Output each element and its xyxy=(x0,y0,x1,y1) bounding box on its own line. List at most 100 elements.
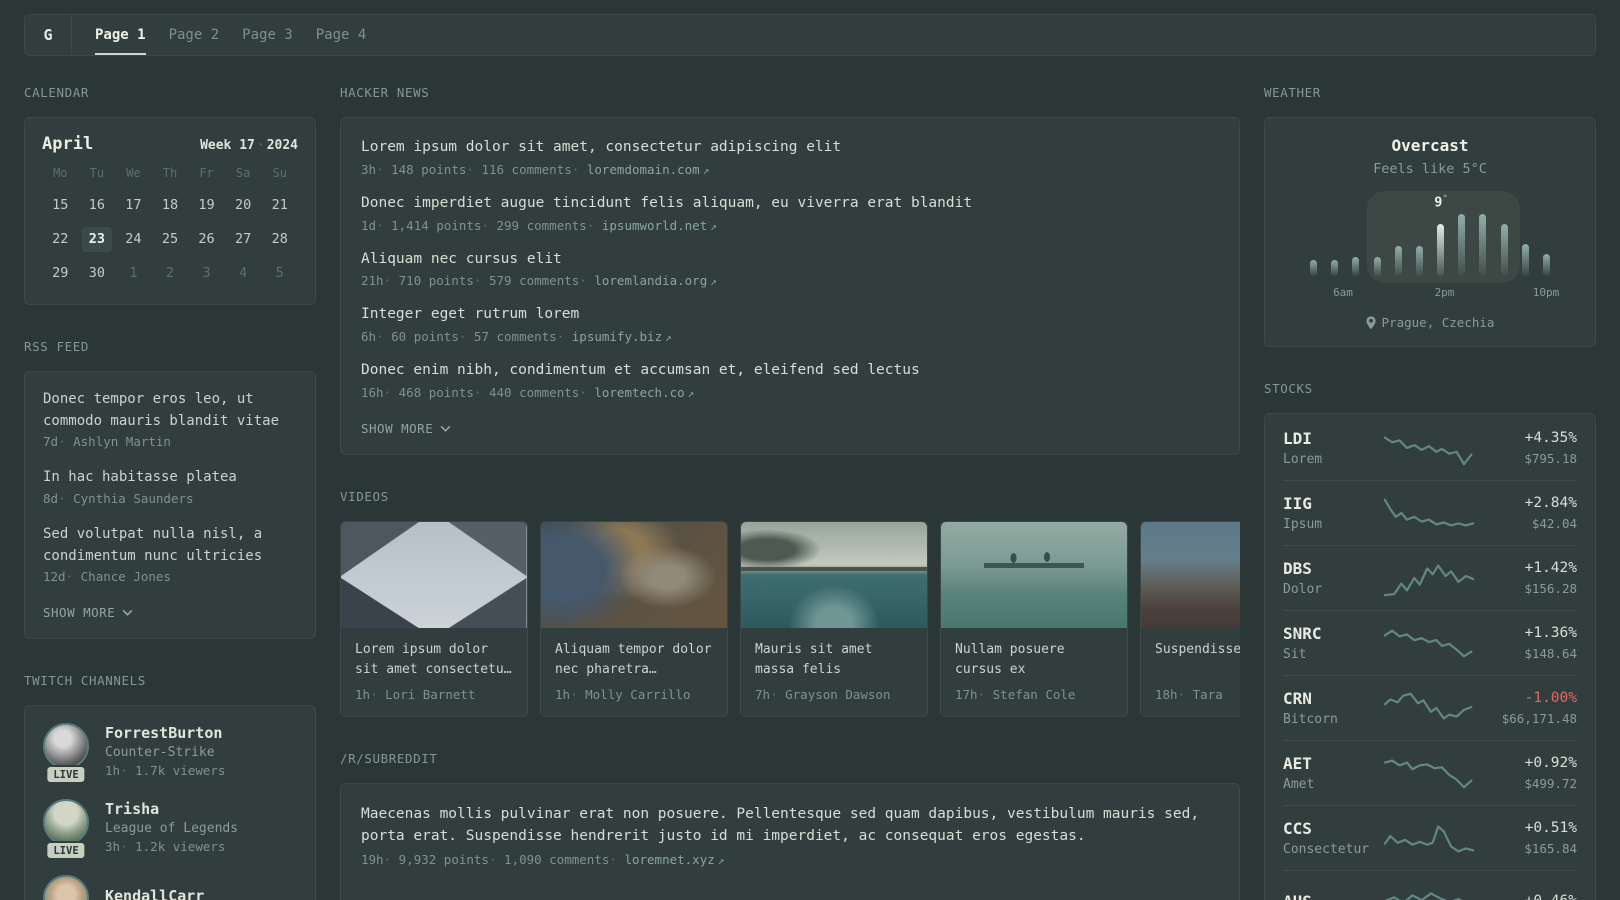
calendar-day-cell: 28 xyxy=(271,231,288,247)
calendar-day-cell: 17 xyxy=(125,197,142,213)
channel-name[interactable]: KendallCarr xyxy=(105,887,204,900)
video-title[interactable]: Suspendisse diam xyxy=(1155,640,1240,680)
rss-item-title[interactable]: Sed volutpat nulla nisl, a condimentum n… xyxy=(43,524,297,567)
dashboard: G Page 1 Page 2 Page 3 Page 4 CALENDAR A… xyxy=(0,0,1620,900)
stock-row[interactable]: CRN Bitcorn -1.00% $66,171.48 xyxy=(1283,675,1577,740)
post-domain-link[interactable]: loremnet.xyz↗ xyxy=(609,852,724,867)
story-title[interactable]: Aliquam nec cursus elit xyxy=(361,249,1219,271)
rss-item-title[interactable]: In hac habitasse platea xyxy=(43,467,297,489)
channel-game[interactable]: Counter-Strike xyxy=(105,745,225,760)
stock-row[interactable]: CCS Consectetur +0.51% $165.84 xyxy=(1283,805,1577,870)
page-tabs: Page 1 Page 2 Page 3 Page 4 xyxy=(72,15,366,55)
videos-row: Lorem ipsum dolor sit amet consectetu… 1… xyxy=(340,520,1240,717)
rss-show-more-button[interactable]: SHOW MORE xyxy=(43,605,297,620)
external-link-icon: ↗ xyxy=(687,386,695,400)
channel-avatar[interactable] xyxy=(43,799,89,846)
calendar-day-cell: 18 xyxy=(161,197,179,213)
channel-meta: 3h1.2k viewers xyxy=(105,839,238,854)
weather-section-label: WEATHER xyxy=(1264,85,1321,100)
hackernews-section: HACKER NEWS Lorem ipsum dolor sit amet, … xyxy=(340,85,1240,455)
post-title[interactable]: Maecenas mollis pulvinar erat non posuer… xyxy=(361,803,1219,848)
video-thumbnail[interactable] xyxy=(941,521,1127,628)
stock-change: +0.51% xyxy=(1524,820,1577,836)
stocks-section: STOCKS LDI Lorem +4.35% $795.18 IIG Ipsum +… xyxy=(1264,381,1596,900)
stock-row[interactable]: SNRC Sit +1.36% $148.64 xyxy=(1283,610,1577,675)
stock-row[interactable]: DBS Dolor +1.42% $156.28 xyxy=(1283,545,1577,610)
weather-location: Prague, Czechia xyxy=(1285,315,1575,330)
stocks-section-label: STOCKS xyxy=(1264,381,1313,396)
video-title[interactable]: Nullam posuere cursus ex xyxy=(955,640,1113,680)
stock-symbol: CRN xyxy=(1283,689,1312,708)
channel-name[interactable]: ForrestBurton xyxy=(105,724,225,742)
calendar-widget: April Week 17 · 2024 Mo Tu We Th Fr Sa Su xyxy=(24,117,316,305)
stock-name: Amet xyxy=(1283,777,1315,792)
temp-bar xyxy=(1500,224,1508,276)
story-title[interactable]: Lorem ipsum dolor sit amet, consectetur … xyxy=(361,137,1219,159)
video-title[interactable]: Lorem ipsum dolor sit amet consectetu… xyxy=(355,640,513,680)
stock-price: $66,171.48 xyxy=(1501,711,1577,726)
channel-game[interactable]: League of Legends xyxy=(105,821,238,836)
tab-page-1[interactable]: Page 1 xyxy=(95,15,146,55)
story-domain-link[interactable]: loremlandia.org↗ xyxy=(579,273,717,288)
right-column: WEATHER Overcast Feels like 5°C 9° 6am 2… xyxy=(1264,85,1596,900)
temp-bar xyxy=(1415,246,1423,276)
story-title[interactable]: Donec enim nibh, condimentum et accumsan… xyxy=(361,360,1219,382)
story-domain-link[interactable]: loremtech.co↗ xyxy=(579,385,694,400)
weekday-label: Su xyxy=(272,166,287,180)
story-title[interactable]: Donec imperdiet augue tincidunt felis al… xyxy=(361,193,1219,215)
story-domain-link[interactable]: ipsumworld.net↗ xyxy=(587,218,717,233)
tab-page-4[interactable]: Page 4 xyxy=(316,15,367,55)
tab-page-2[interactable]: Page 2 xyxy=(169,15,220,55)
rss-item-meta: 7dAshlyn Martin xyxy=(43,434,297,449)
video-thumbnail[interactable] xyxy=(1141,521,1240,628)
hackernews-show-more-button[interactable]: SHOW MORE xyxy=(361,421,1219,436)
story-title[interactable]: Integer eget rutrum lorem xyxy=(361,304,1219,326)
stock-name: Consectetur xyxy=(1283,842,1370,857)
calendar-section: CALENDAR April Week 17 · 2024 Mo Tu We Th xyxy=(24,85,316,305)
stock-row[interactable]: LDI Lorem +4.35% $795.18 xyxy=(1283,416,1577,480)
video-title[interactable]: Aliquam tempor dolor nec pharetra… xyxy=(555,640,713,680)
videos-section: VIDEOS Lorem ipsum dolor sit amet consec… xyxy=(340,489,1240,717)
stock-row[interactable]: IIG Ipsum +2.84% $42.04 xyxy=(1283,480,1577,545)
calendar-day-cell: 27 xyxy=(234,231,252,247)
story-domain-link[interactable]: loremdomain.com↗ xyxy=(572,162,710,177)
weather-hourly-chart: 9° xyxy=(1308,191,1552,283)
video-card: Mauris sit amet massa felis 7hGrayson Da… xyxy=(740,520,928,717)
video-thumbnail[interactable] xyxy=(741,521,927,628)
external-link-icon: ↗ xyxy=(717,853,725,867)
stock-name: Dolor xyxy=(1283,582,1323,597)
channel-avatar[interactable] xyxy=(43,723,89,770)
tab-page-3[interactable]: Page 3 xyxy=(242,15,293,55)
video-title[interactable]: Mauris sit amet massa felis xyxy=(755,640,913,680)
calendar-day-cell: 15 xyxy=(52,197,69,213)
stock-row[interactable]: AHS +0.46% xyxy=(1283,870,1577,900)
stock-change: -1.00% xyxy=(1524,690,1577,706)
channel-name[interactable]: Trisha xyxy=(105,800,238,818)
video-card: Lorem ipsum dolor sit amet consectetu… 1… xyxy=(340,520,528,717)
video-meta: 17hStefan Cole xyxy=(955,687,1113,702)
stock-change: +0.92% xyxy=(1524,755,1577,771)
stock-row[interactable]: AET Amet +0.92% $499.72 xyxy=(1283,740,1577,805)
calendar-section-label: CALENDAR xyxy=(24,85,90,100)
weekday-label: Mo xyxy=(53,166,68,180)
channel-avatar[interactable] xyxy=(43,875,89,900)
temp-bar xyxy=(1542,254,1550,276)
live-badge: LIVE xyxy=(45,765,87,785)
channel-meta: 1h1.7k viewers xyxy=(105,763,225,778)
story-domain-link[interactable]: ipsumify.biz↗ xyxy=(557,329,672,344)
rss-item-title[interactable]: Donec tempor eros leo, ut commodo mauris… xyxy=(43,389,297,432)
stock-symbol: SNRC xyxy=(1283,624,1322,643)
calendar-day-cell: 25 xyxy=(161,231,179,247)
video-card: Suspendisse diam 18hTara xyxy=(1140,520,1240,717)
rss-item-meta: 8dCynthia Saunders xyxy=(43,491,297,506)
temp-bar xyxy=(1310,260,1317,276)
time-axis-labels: 6am 2pm 10pm xyxy=(1333,286,1560,299)
video-thumbnail[interactable] xyxy=(541,521,727,628)
calendar-day-cell: 2 xyxy=(165,265,175,281)
app-logo[interactable]: G xyxy=(25,15,72,55)
stock-change: +4.35% xyxy=(1524,430,1577,446)
twitch-channel-row: KendallCarr xyxy=(43,875,297,900)
hackernews-widget: Lorem ipsum dolor sit amet, consectetur … xyxy=(340,117,1240,455)
video-thumbnail[interactable] xyxy=(341,521,527,628)
stock-name: Lorem xyxy=(1283,452,1323,467)
